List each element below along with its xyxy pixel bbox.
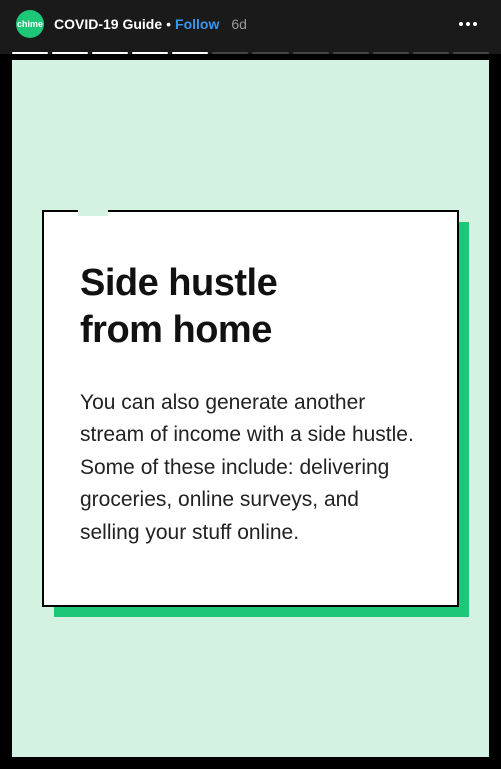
progress-segment[interactable] — [453, 52, 489, 54]
story-title[interactable]: COVID-19 Guide — [54, 16, 162, 32]
card-wrapper: Side hustle from home You can also gener… — [42, 210, 459, 608]
progress-segment[interactable] — [252, 52, 288, 54]
follow-link[interactable]: Follow — [175, 16, 219, 32]
story-progress-bar — [0, 48, 501, 54]
story-header: chime COVID-19 Guide • Follow 6d — [0, 0, 501, 48]
progress-segment[interactable] — [12, 52, 48, 54]
dot-icon — [459, 22, 463, 26]
progress-segment[interactable] — [92, 52, 128, 54]
progress-segment[interactable] — [333, 52, 369, 54]
header-text: COVID-19 Guide • Follow 6d — [54, 16, 451, 32]
dot-icon — [466, 22, 470, 26]
card-body-text: You can also generate another stream of … — [80, 387, 421, 550]
avatar[interactable]: chime — [16, 10, 44, 38]
progress-segment[interactable] — [373, 52, 409, 54]
heading-line-1: Side hustle — [80, 262, 277, 304]
heading-line-2: from home — [80, 309, 272, 351]
progress-segment[interactable] — [413, 52, 449, 54]
more-options-button[interactable] — [451, 14, 485, 34]
info-card: Side hustle from home You can also gener… — [42, 210, 459, 608]
progress-segment[interactable] — [172, 52, 208, 54]
timestamp: 6d — [231, 16, 247, 32]
story-content[interactable]: Side hustle from home You can also gener… — [12, 60, 489, 757]
progress-segment[interactable] — [212, 52, 248, 54]
progress-segment[interactable] — [293, 52, 329, 54]
card-notch — [78, 210, 108, 216]
card-heading: Side hustle from home — [80, 260, 421, 355]
dot-icon — [473, 22, 477, 26]
progress-segment[interactable] — [132, 52, 168, 54]
separator-bullet: • — [166, 16, 171, 32]
progress-segment[interactable] — [52, 52, 88, 54]
